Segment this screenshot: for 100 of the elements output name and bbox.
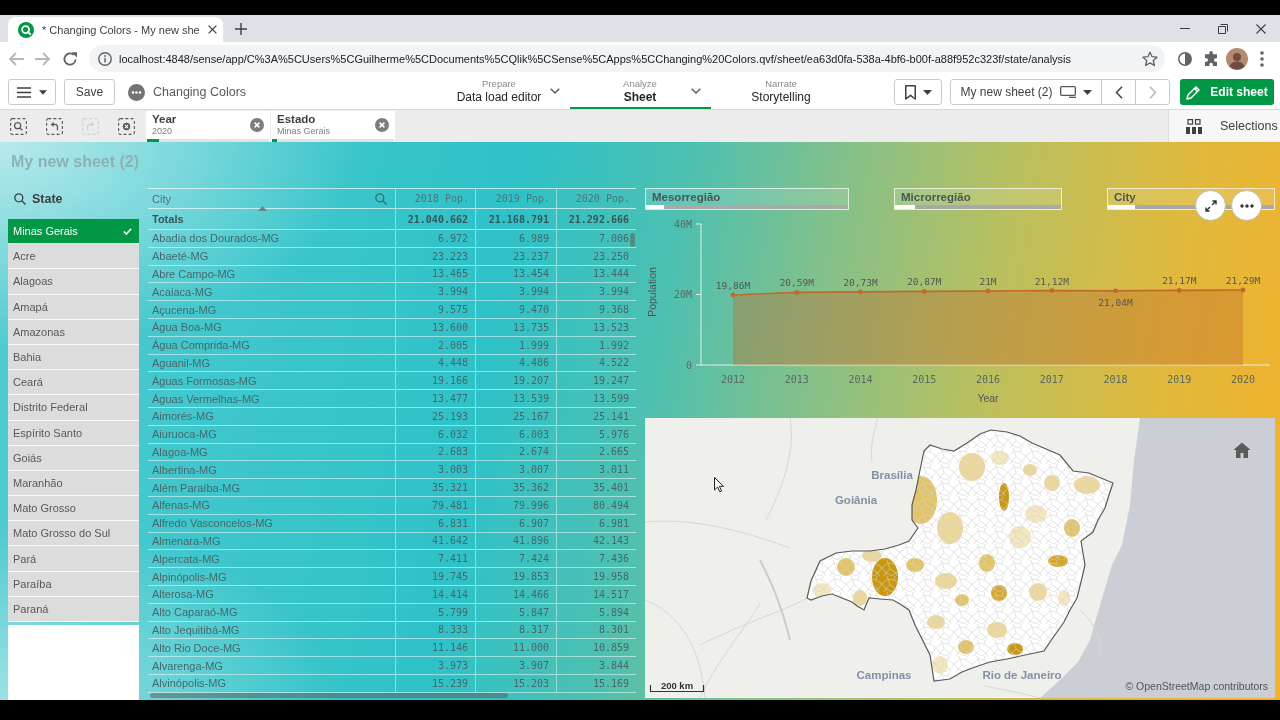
list-item[interactable]: Distrito Federal: [8, 395, 139, 421]
bookmark-icon: [904, 84, 916, 100]
list-item[interactable]: Amazonas: [8, 319, 139, 345]
totals-cell: 21.292.666: [556, 209, 636, 229]
bookmark-button[interactable]: [894, 79, 942, 105]
axis-tick-label: 40M: [673, 218, 692, 230]
list-item[interactable]: Espírito Santo: [8, 420, 139, 446]
list-item[interactable]: Paraná: [8, 596, 139, 622]
table-cell-text: Alterosa-MG: [151, 587, 215, 603]
list-item[interactable]: Acre: [8, 244, 139, 270]
selections-tab[interactable]: Selections: [1168, 110, 1280, 142]
table-cell: 11.000: [475, 639, 556, 657]
list-item[interactable]: Amapá: [8, 294, 139, 320]
list-item[interactable]: Minas Gerais: [8, 219, 139, 245]
list-item[interactable]: Mato Grosso: [8, 496, 139, 522]
table-cell-text: Abre Campo-MG: [151, 267, 237, 282]
table-cell: 13.465: [395, 265, 475, 283]
table-cell: 10.859: [556, 639, 636, 657]
scrollbar-thumb[interactable]: [630, 233, 635, 247]
table-cell-text: Alagoa-MG: [151, 444, 209, 460]
list-item[interactable]: Goiás: [8, 445, 139, 471]
list-item[interactable]: Ceará: [8, 370, 139, 396]
expand-icon: [1204, 199, 1217, 212]
axis-tick-label: 2014: [848, 374, 873, 385]
selection-chip[interactable]: Estado Minas Gerais: [271, 111, 395, 142]
nav-tab[interactable]: Narrate Storytelling: [710, 75, 852, 109]
table-cell-text: Albertina-MG: [151, 462, 218, 478]
table-cell: 14.517: [556, 585, 636, 603]
table-cell: 2.674: [475, 443, 556, 461]
table-cell: 80.494: [556, 496, 636, 514]
table-cell: 3.994: [556, 283, 636, 301]
table-cell: 13.523: [556, 319, 636, 336]
city-label: Campinas: [856, 669, 912, 681]
scrollbar-thumb[interactable]: [150, 693, 508, 699]
table-cell: 79.996: [475, 496, 556, 514]
list-item[interactable]: Maranhão: [8, 470, 139, 497]
table-cell: 35.362: [475, 479, 556, 496]
table-cell-text: Água Boa-MG: [151, 320, 223, 336]
list-item[interactable]: Mato Grosso do Sul: [8, 521, 139, 547]
menu-button[interactable]: [8, 79, 56, 105]
table-cell: 6.032: [395, 425, 475, 443]
table-cell: 8.317: [475, 621, 556, 639]
table-cell: 19.853: [475, 568, 556, 585]
clear-icon[interactable]: [250, 118, 264, 132]
edit-sheet-button[interactable]: Edit sheet: [1180, 79, 1274, 105]
table-cell: 3.003: [395, 461, 475, 479]
filter-pane[interactable]: Microrregião: [894, 188, 1062, 210]
table-cell: 6.907: [475, 514, 556, 532]
table-cell: 2.665: [556, 443, 636, 461]
table-cell: 13.599: [556, 390, 636, 407]
chevron-down-icon[interactable]: [690, 88, 701, 94]
axis-tick-label: 2013: [784, 374, 809, 385]
puzzle-piece-icon[interactable]: [1205, 51, 1217, 66]
plus-icon[interactable]: [235, 23, 247, 35]
list-item[interactable]: Bahia: [8, 344, 139, 371]
restore-icon[interactable]: [1218, 23, 1228, 34]
expand-button[interactable]: [1195, 190, 1226, 221]
table-cell-text: Abaeté-MG: [151, 249, 210, 265]
axis-title: Population: [646, 267, 658, 317]
table-cell: 15.169: [556, 674, 636, 692]
clear-icon[interactable]: [375, 118, 389, 132]
nav-tab[interactable]: Prepare Data load editor: [428, 75, 570, 109]
table-cell: 6.003: [475, 425, 556, 443]
home-icon[interactable]: [1233, 442, 1251, 458]
filter-pane[interactable]: Mesorregião: [645, 188, 849, 210]
search-icon[interactable]: [14, 193, 26, 205]
table-cell: 15.239: [395, 674, 475, 692]
avatar-icon[interactable]: [1226, 47, 1248, 70]
table-cell: 25.193: [395, 407, 475, 425]
list-item[interactable]: Paraíba: [8, 571, 139, 597]
table-cell: 7.411: [395, 550, 475, 568]
selection-chip[interactable]: Year 2020: [146, 111, 270, 142]
address-bar[interactable]: localhost:4848/sense/app/C%3A%5CUsers%5CGuilherme%5CDocuments%5CQlik%5CSense%5CApps%5CChanging%20Colors.qvf/sheet/ea63d0fa-538a-4bf6-b00f-a88f952c323f/state/analysis: [89, 45, 1165, 72]
browser-tab[interactable]: * Changing Colors - My new she: [8, 17, 223, 42]
table-cell: 13.539: [475, 390, 556, 407]
more-options-button[interactable]: [1231, 190, 1262, 221]
caret-icon: [39, 89, 47, 95]
list-item[interactable]: Alagoas: [8, 269, 139, 295]
more-vertical-icon[interactable]: [1260, 50, 1264, 67]
close-icon[interactable]: [207, 25, 217, 34]
sheet-selector[interactable]: My new sheet (2): [950, 79, 1102, 105]
star-icon[interactable]: [1142, 50, 1158, 67]
totals-cell: 21.168.791: [475, 209, 556, 229]
half-filled-circle-icon[interactable]: [1178, 51, 1192, 66]
table-cell-text: Açucena-MG: [151, 302, 218, 318]
chevron-down-icon[interactable]: [549, 88, 560, 94]
save-button[interactable]: Save: [64, 79, 115, 105]
column-header[interactable]: City: [152, 192, 171, 205]
axis-tick-label: 2012: [720, 374, 746, 385]
sort-arrow-icon[interactable]: [258, 206, 267, 211]
list-item[interactable]: Pará: [8, 546, 139, 572]
table-cell: 4.486: [475, 354, 556, 372]
close-icon[interactable]: [1256, 23, 1266, 34]
table-cell: 19.745: [395, 568, 475, 585]
previous-sheet-button[interactable]: [1101, 79, 1136, 105]
table-cell-text: Abadia dos Dourados-MG: [151, 231, 281, 247]
table-cell-text: Alpercata-MG: [151, 551, 221, 567]
info-icon[interactable]: [98, 51, 112, 66]
reload-icon[interactable]: [62, 50, 78, 67]
axis-tick-label: 20M: [673, 289, 692, 301]
